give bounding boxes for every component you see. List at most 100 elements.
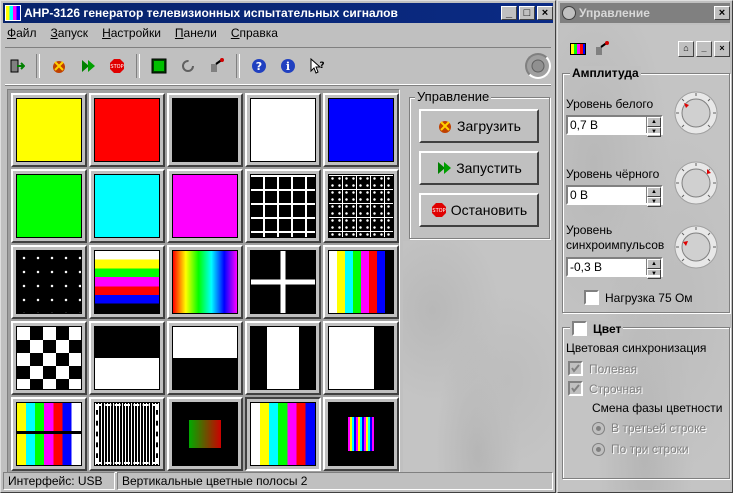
line-sync-row[interactable]: Строчная (568, 381, 642, 396)
svg-text:?: ? (256, 60, 262, 73)
pattern-dots[interactable] (11, 245, 87, 319)
sync-level-input[interactable]: -0,3 В ▲ ▼ (566, 257, 663, 279)
sync-level-spinner[interactable]: ▲ ▼ (646, 259, 661, 279)
pattern-blue[interactable] (323, 93, 399, 167)
pattern-fine-bars[interactable] (323, 397, 399, 471)
phase-change-label: Смена фазы цветности (592, 401, 723, 415)
field-sync-label: Полевая (589, 361, 638, 376)
pattern-grid-lines[interactable] (245, 169, 321, 243)
minimize-button[interactable]: _ (501, 6, 517, 20)
status-bar: Интерфейс: USB Вертикальные цветные поло… (3, 472, 553, 490)
pattern-cross[interactable] (245, 245, 321, 319)
check-mark-icon (571, 384, 580, 393)
sync-level-knob[interactable] (674, 225, 718, 269)
whats-this-button[interactable]: ? (305, 54, 329, 78)
sync-level-label-1: Уровень (566, 223, 613, 237)
pattern-white-window[interactable] (323, 321, 399, 395)
load-75-row[interactable]: Нагрузка 75 Ом (584, 290, 693, 305)
load-pattern-button[interactable]: Загрузить (419, 109, 539, 143)
pattern-magenta[interactable] (167, 169, 243, 243)
load-icon (439, 121, 452, 133)
close-button[interactable]: × (537, 6, 553, 20)
pattern-horizontal-bars[interactable] (89, 245, 165, 319)
pattern-rainbow[interactable] (167, 245, 243, 319)
black-level-spinner[interactable]: ▲ ▼ (646, 187, 661, 207)
white-level-value: 0,7 В (570, 118, 599, 132)
sync-level-label-2: синхроимпульсов (566, 238, 665, 252)
control-window: Управление × ⌂ _ × Амплитуда Уровень бел… (557, 0, 733, 493)
pattern-vertical-bars-2[interactable] (245, 397, 321, 471)
panel-restore-button[interactable]: ⌂ (678, 41, 694, 57)
pattern-black[interactable] (167, 93, 243, 167)
load-button[interactable] (47, 54, 71, 78)
pattern-vertical-bars[interactable] (323, 245, 399, 319)
run-button[interactable] (76, 54, 100, 78)
line-sync-label: Строчная (589, 381, 643, 396)
stop-pattern-button[interactable]: STOP Остановить (419, 193, 539, 227)
svg-text:i: i (286, 60, 290, 73)
white-level-spinner[interactable]: ▲ ▼ (646, 117, 661, 137)
black-level-input[interactable]: 0 В ▲ ▼ (566, 185, 663, 207)
toolbar: STOP ? i ? (5, 47, 551, 85)
control-title-bar[interactable]: Управление × (560, 3, 730, 23)
stop-icon: STOP (110, 59, 124, 73)
panel-close-button[interactable]: × (714, 41, 730, 57)
tool-button[interactable] (590, 37, 614, 61)
main-title-bar[interactable]: АНР-3126 генератор телевизионных испытат… (3, 3, 553, 23)
workspace-background (403, 241, 553, 473)
panel-minimize-button[interactable]: _ (696, 41, 712, 57)
help-button[interactable]: ? (247, 54, 271, 78)
main-window-title: АНР-3126 генератор телевизионных испытат… (24, 6, 398, 20)
pattern-gradient-square[interactable] (167, 397, 243, 471)
refresh-button[interactable] (176, 54, 200, 78)
check-mark-icon (571, 364, 580, 373)
info-button[interactable]: i (276, 54, 300, 78)
color-enable-checkbox[interactable] (572, 321, 587, 336)
white-level-label: Уровень белого (566, 97, 654, 111)
menu-help[interactable]: Справка (229, 25, 280, 43)
pattern-checkerboard[interactable] (11, 321, 87, 395)
black-level-knob[interactable] (674, 161, 718, 205)
color-sync-label: Цветовая синхронизация (566, 341, 707, 355)
pattern-green[interactable] (11, 169, 87, 243)
pattern-white-center[interactable] (245, 321, 321, 395)
exit-button[interactable] (5, 54, 29, 78)
third-line-row[interactable]: В третьей строке (592, 421, 706, 435)
pattern-white[interactable] (245, 93, 321, 167)
white-level-knob[interactable] (674, 91, 718, 135)
help-icon: ? (252, 59, 266, 73)
pattern-dot-grid[interactable] (323, 169, 399, 243)
white-level-input[interactable]: 0,7 В ▲ ▼ (566, 115, 663, 137)
pattern-yellow[interactable] (11, 93, 87, 167)
black-level-label: Уровень чёрного (566, 167, 660, 181)
three-lines-row[interactable]: По три строки (592, 442, 689, 456)
line-sync-checkbox[interactable] (568, 381, 583, 396)
pattern-multiburst[interactable] (89, 397, 165, 471)
black-level-value: 0 В (570, 188, 589, 202)
tool-icon (211, 58, 224, 72)
run-pattern-button[interactable]: Запустить (419, 151, 539, 185)
control-close-button[interactable]: × (714, 6, 730, 20)
pattern-cyan[interactable] (89, 169, 165, 243)
color-bars-button[interactable] (566, 37, 590, 61)
color-enable-row[interactable]: Цвет (570, 321, 624, 336)
panel-button[interactable] (147, 54, 171, 78)
menu-file[interactable]: Файл (5, 25, 39, 43)
tool-button[interactable] (205, 54, 229, 78)
load-75-checkbox[interactable] (584, 290, 599, 305)
field-sync-row[interactable]: Полевая (568, 361, 637, 376)
menu-panels[interactable]: Панели (173, 25, 219, 43)
pattern-red[interactable] (89, 93, 165, 167)
menu-settings[interactable]: Настройки (100, 25, 163, 43)
third-line-radio[interactable] (592, 421, 605, 435)
pattern-half-bottom[interactable] (167, 321, 243, 395)
menu-run[interactable]: Запуск (49, 25, 91, 43)
pattern-half-top[interactable] (89, 321, 165, 395)
field-sync-checkbox[interactable] (568, 361, 583, 376)
control-window-icon (562, 6, 576, 20)
three-lines-radio[interactable] (592, 442, 605, 456)
indicator-light-icon (531, 59, 545, 73)
maximize-button[interactable]: □ (519, 6, 535, 20)
stop-button[interactable]: STOP (105, 54, 129, 78)
pattern-composite[interactable] (11, 397, 87, 471)
